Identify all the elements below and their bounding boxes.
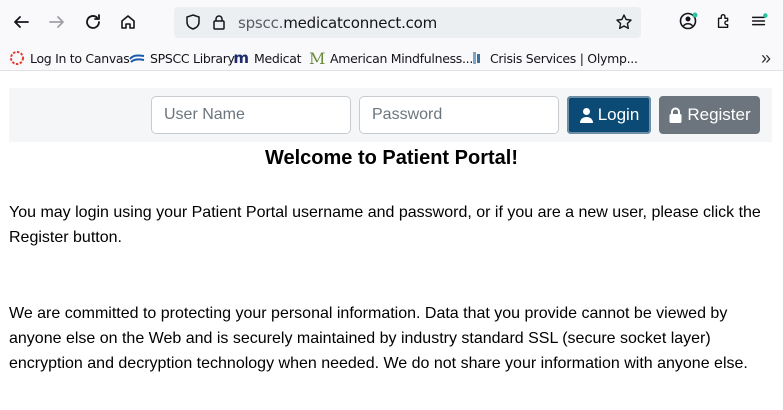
bookmark-label: Log In to Canvas: [30, 50, 130, 66]
register-button[interactable]: Register: [659, 96, 760, 134]
extensions-button[interactable]: [713, 10, 735, 32]
lock-icon: [669, 107, 682, 123]
login-bar: Login Register: [9, 88, 772, 142]
bookmarks-bar: Log In to Canvas SPSCC Library m Medicat…: [0, 44, 783, 71]
star-icon[interactable]: [615, 13, 633, 31]
canvas-icon: [9, 50, 25, 66]
medicat-icon: m: [233, 49, 249, 67]
home-icon: [121, 15, 135, 29]
intro-paragraph: You may login using your Patient Portal …: [9, 204, 761, 246]
user-icon: [579, 108, 593, 123]
address-bar[interactable]: spscc.medicatconnect.com: [174, 7, 641, 38]
bookmark-crisis-services[interactable]: Crisis Services | Olymp...: [469, 49, 638, 67]
back-arrow-icon: [14, 16, 29, 28]
bookmark-medicat[interactable]: m Medicat: [233, 49, 301, 67]
reload-button[interactable]: [79, 8, 107, 36]
bookmark-american-mindfulness[interactable]: M American Mindfulness...: [308, 48, 474, 68]
crisis-icon: [469, 50, 485, 66]
url-subdomain: spscc.: [238, 14, 284, 32]
url-text[interactable]: spscc.medicatconnect.com: [238, 14, 437, 32]
home-button[interactable]: [114, 8, 142, 36]
account-button[interactable]: [677, 10, 699, 32]
username-input[interactable]: [151, 96, 351, 134]
bookmarks-overflow-icon[interactable]: »: [761, 48, 771, 69]
bookmark-spscc-library[interactable]: SPSCC Library: [129, 49, 235, 67]
account-icon: [679, 12, 698, 30]
privacy-paragraph: We are committed to protecting your pers…: [9, 305, 748, 372]
page-title: Welcome to Patient Portal!: [264, 147, 518, 169]
hamburger-icon: [751, 13, 768, 26]
login-button[interactable]: Login: [567, 96, 651, 134]
bookmark-canvas[interactable]: Log In to Canvas: [9, 49, 130, 67]
url-domain: medicatconnect.com: [283, 14, 438, 32]
forward-button[interactable]: [43, 8, 71, 36]
bookmark-label: Medicat: [254, 50, 302, 66]
register-label: Register: [687, 105, 751, 124]
library-icon: [129, 50, 145, 66]
bookmark-label: American Mindfulness...: [330, 50, 474, 66]
puzzle-icon: [717, 13, 729, 29]
lock-icon[interactable]: [210, 13, 228, 31]
mindfulness-icon: M: [308, 48, 326, 68]
back-button[interactable]: [7, 8, 35, 36]
browser-toolbar: spscc.medicatconnect.com: [0, 0, 783, 44]
shield-icon[interactable]: [184, 13, 202, 31]
login-label: Login: [597, 105, 640, 124]
forward-arrow-icon: [49, 16, 64, 28]
reload-icon: [86, 14, 100, 29]
bookmark-label: SPSCC Library: [150, 50, 235, 66]
menu-button[interactable]: [748, 10, 770, 32]
password-input[interactable]: [359, 96, 559, 134]
bookmark-label: Crisis Services | Olymp...: [490, 50, 638, 66]
